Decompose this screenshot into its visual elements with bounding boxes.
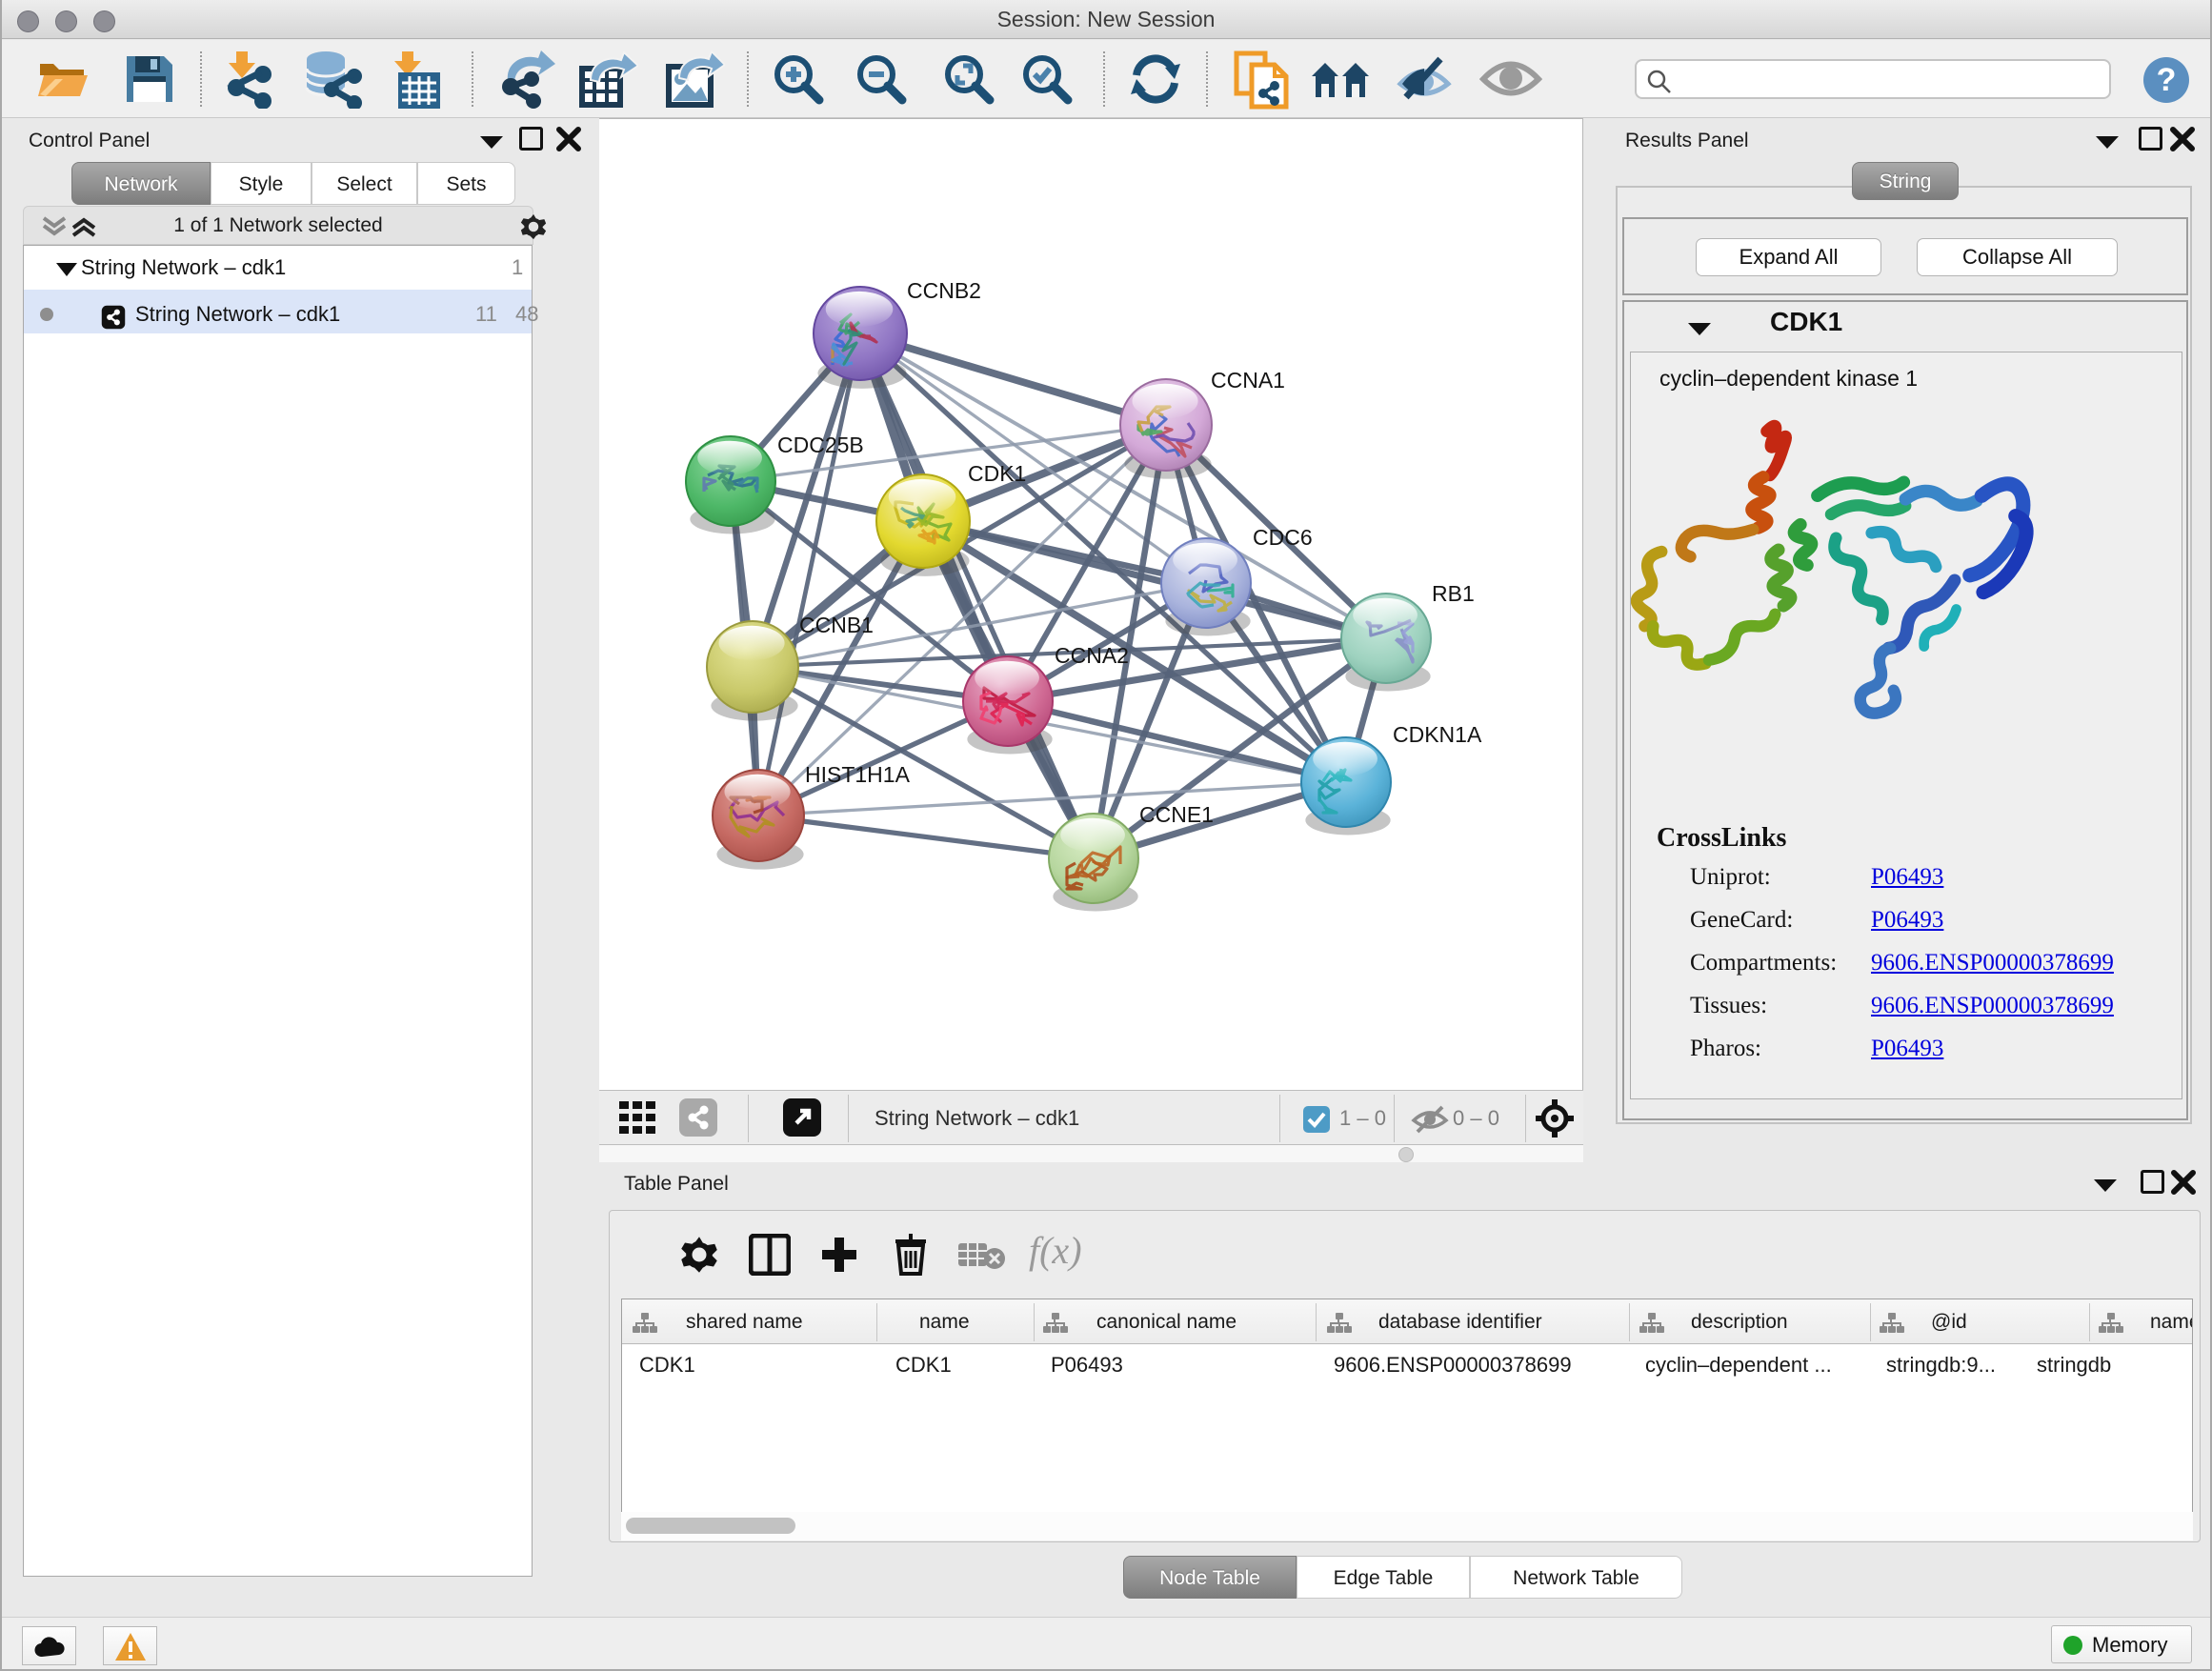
svg-text:HIST1H1A: HIST1H1A	[805, 762, 911, 787]
svg-text:CCNB2: CCNB2	[907, 278, 981, 303]
svg-text:CDKN1A: CDKN1A	[1393, 722, 1482, 747]
svg-text:CDC25B: CDC25B	[777, 433, 864, 457]
svg-text:CDC6: CDC6	[1253, 525, 1313, 550]
svg-text:?: ?	[2157, 62, 2177, 98]
svg-text:CDK1: CDK1	[968, 461, 1026, 486]
svg-text:CCNA2: CCNA2	[1055, 643, 1129, 668]
svg-text:CCNB1: CCNB1	[799, 613, 874, 637]
svg-text:CCNA1: CCNA1	[1211, 368, 1285, 393]
svg-text:CCNE1: CCNE1	[1139, 802, 1214, 827]
svg-text:RB1: RB1	[1432, 581, 1475, 606]
